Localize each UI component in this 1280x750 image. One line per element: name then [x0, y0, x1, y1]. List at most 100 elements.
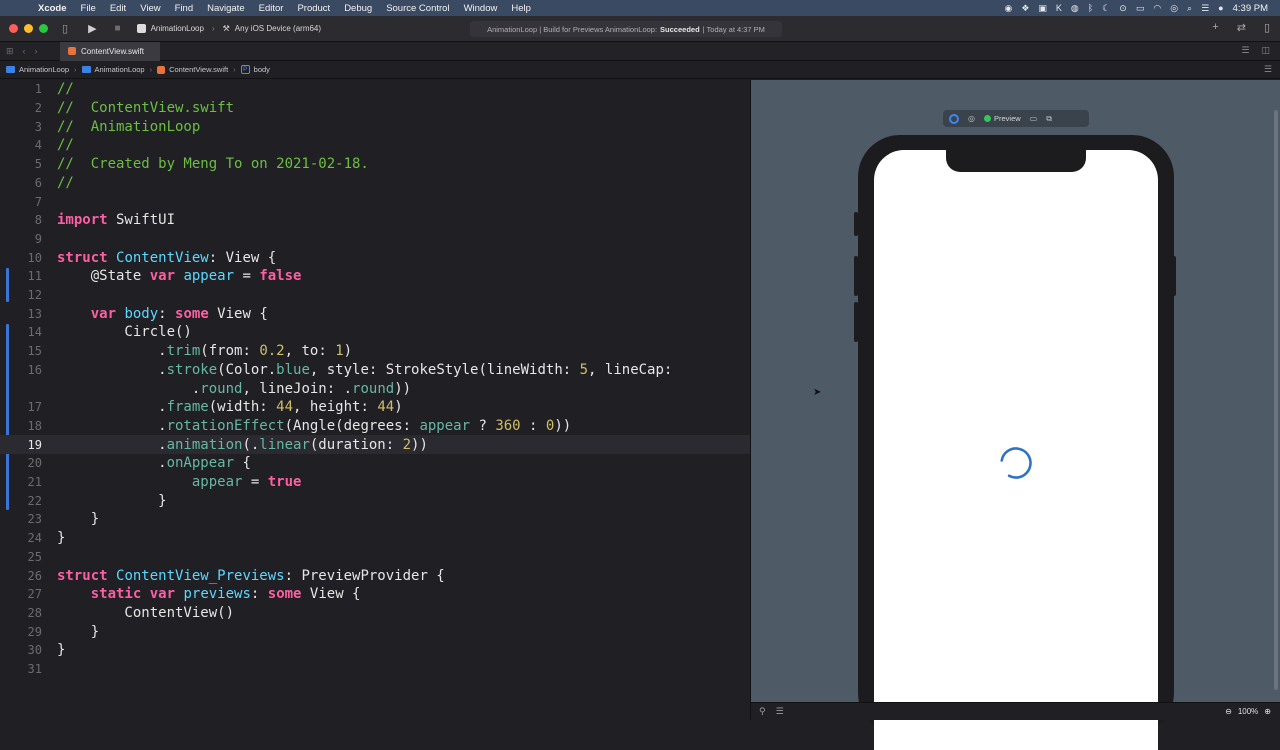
code-line[interactable]: 6 // [0, 174, 750, 193]
code-line[interactable]: 29 } [0, 622, 750, 641]
breadcrumb-file[interactable]: ContentView.swift [157, 65, 228, 74]
zoom-in-icon[interactable]: ⊕ [1264, 707, 1271, 716]
run-button[interactable]: ▶ [88, 22, 96, 35]
add-editor-icon[interactable]: ☰ [1264, 64, 1272, 75]
menu-view[interactable]: View [140, 3, 160, 14]
breadcrumb-group[interactable]: AnimationLoop [81, 65, 145, 74]
breadcrumb-label: AnimationLoop [19, 65, 70, 74]
menu-app-xcode[interactable]: Xcode [38, 3, 67, 14]
code-line[interactable]: 26 struct ContentView_Previews: PreviewPr… [0, 566, 750, 585]
code-line[interactable]: 21 appear = true [0, 473, 750, 492]
code-line[interactable]: 24} [0, 529, 750, 548]
phone-screen[interactable] [874, 150, 1158, 750]
siri-icon[interactable]: ● [1218, 3, 1223, 13]
menu-edit[interactable]: Edit [110, 3, 126, 14]
search-icon[interactable]: ⌕ [1187, 3, 1192, 14]
zoom-out-icon[interactable]: ⊖ [1225, 707, 1232, 716]
scheme-selector[interactable]: AnimationLoop › ⚒ Any iOS Device (arm64) [136, 24, 321, 33]
code-text: appear = true [191, 474, 302, 491]
split-editor-icon[interactable]: ◫ [1261, 45, 1270, 56]
bluetooth-icon[interactable]: ᛒ [1088, 3, 1093, 13]
code-text: // ContentView.swift [57, 100, 235, 117]
code-line[interactable]: 27 static var previews: some View { [0, 585, 750, 604]
menu-file[interactable]: File [81, 3, 96, 14]
inspect-icon[interactable]: ◎ [968, 114, 975, 123]
preview-canvas[interactable]: ◎ Preview ▭ ⧉ ⚲ ☰ ⊖ 100% ⊕ [750, 80, 1280, 750]
code-line-current[interactable]: 19 .animation(.linear(duration: 2)) [0, 435, 750, 454]
code-line[interactable]: 5 // Created by Meng To on 2021-02-18. [0, 155, 750, 174]
code-line[interactable]: 12 [0, 286, 750, 305]
menu-editor[interactable]: Editor [259, 3, 284, 14]
code-line[interactable]: 14 Circle() [0, 323, 750, 342]
inspector-toggle-icon[interactable]: ▯ [1264, 21, 1270, 34]
editor-options-icon[interactable]: ☰ [1241, 45, 1249, 56]
code-line[interactable]: 10 struct ContentView: View { [0, 248, 750, 267]
control-center-icon[interactable]: ☰ [1201, 3, 1209, 14]
related-items-icon[interactable]: ⊞ [6, 46, 14, 57]
code-line[interactable]: 30} [0, 641, 750, 660]
menu-window[interactable]: Window [464, 3, 498, 14]
duplicate-preview-icon[interactable]: ⧉ [1046, 114, 1052, 124]
record-icon[interactable]: ◉ [1004, 3, 1012, 14]
menu-product[interactable]: Product [297, 3, 330, 14]
canvas-scrollbar[interactable] [1274, 110, 1278, 690]
code-line[interactable]: 18 .rotationEffect(Angle(degrees: appear… [0, 417, 750, 436]
zoom-window-button[interactable] [39, 24, 48, 33]
code-line[interactable]: 16 .stroke(Color.blue, style: StrokeStyl… [0, 361, 750, 380]
vpn-icon[interactable]: ◍ [1071, 3, 1079, 14]
menu-navigate[interactable]: Navigate [207, 3, 245, 14]
dropbox-icon[interactable]: ❖ [1021, 3, 1029, 14]
control-icon[interactable]: ⊙ [1119, 3, 1127, 14]
zoom-level[interactable]: 100% [1238, 707, 1258, 716]
code-line[interactable]: 13 var body: some View { [0, 304, 750, 323]
list-icon[interactable]: ☰ [776, 706, 784, 717]
battery-icon[interactable]: ▭ [1136, 3, 1145, 14]
code-line[interactable]: 4 // [0, 136, 750, 155]
code-line[interactable]: 8 import SwiftUI [0, 211, 750, 230]
code-line[interactable]: 2 // ContentView.swift [0, 99, 750, 118]
wifi-icon[interactable]: ◠ [1153, 3, 1161, 14]
menu-source-control[interactable]: Source Control [386, 3, 449, 14]
code-line[interactable]: 7 [0, 192, 750, 211]
user-icon[interactable]: ◎ [1170, 3, 1178, 14]
menu-find[interactable]: Find [175, 3, 193, 14]
folder-icon [81, 66, 91, 73]
code-line[interactable]: 3 // AnimationLoop [0, 117, 750, 136]
breadcrumb-project[interactable]: AnimationLoop [6, 65, 69, 74]
screen-icon[interactable]: ▣ [1038, 3, 1047, 14]
source-editor[interactable]: 1 // 2 // ContentView.swift 3 // AnimationL… [0, 80, 750, 720]
close-window-button[interactable] [9, 24, 18, 33]
menu-debug[interactable]: Debug [344, 3, 372, 14]
code-line[interactable]: 9 [0, 230, 750, 249]
code-line[interactable]: 25 [0, 548, 750, 567]
sidebar-toggle-icon[interactable]: ▯ [62, 22, 68, 35]
code-line[interactable]: 28 ContentView() [0, 604, 750, 623]
code-line[interactable]: 23 } [0, 510, 750, 529]
breadcrumb-symbol[interactable]: Pbody [240, 65, 270, 74]
moon-icon[interactable]: ☾ [1102, 3, 1110, 14]
app-k-icon[interactable]: K [1056, 3, 1062, 13]
code-line[interactable]: 15 .trim(from: 0.2, to: 1) [0, 342, 750, 361]
device-preview-icon[interactable]: ▭ [1030, 114, 1038, 123]
live-preview-icon[interactable] [949, 113, 959, 124]
code-line[interactable]: 22 } [0, 491, 750, 510]
menu-help[interactable]: Help [511, 3, 531, 14]
preview-status[interactable]: Preview [983, 114, 1021, 123]
tab-content-view-swift[interactable]: ContentView.swift [60, 41, 160, 61]
code-line[interactable]: .round, lineJoin: .round)) [0, 379, 750, 398]
code-line[interactable]: 31 [0, 660, 750, 679]
forward-arrow-icon[interactable]: › [35, 46, 38, 57]
activity-view[interactable]: AnimationLoop | Build for Previews Anima… [470, 21, 782, 37]
code-line[interactable]: 20 .onAppear { [0, 454, 750, 473]
code-review-icon[interactable]: ⇄ [1237, 21, 1246, 34]
menu-bar-clock[interactable]: 4:39 PM [1233, 3, 1268, 14]
code-line[interactable]: 1 // [0, 80, 750, 99]
code-line[interactable]: 17 .frame(width: 44, height: 44) [0, 398, 750, 417]
add-icon[interactable]: + [1212, 21, 1218, 34]
pin-icon[interactable]: ⚲ [759, 706, 766, 717]
stop-button[interactable]: ■ [115, 23, 121, 34]
back-arrow-icon[interactable]: ‹ [23, 46, 26, 57]
minimize-window-button[interactable] [24, 24, 33, 33]
code-line[interactable]: 11 @State var appear = false [0, 267, 750, 286]
line-number: 23 [27, 512, 42, 527]
